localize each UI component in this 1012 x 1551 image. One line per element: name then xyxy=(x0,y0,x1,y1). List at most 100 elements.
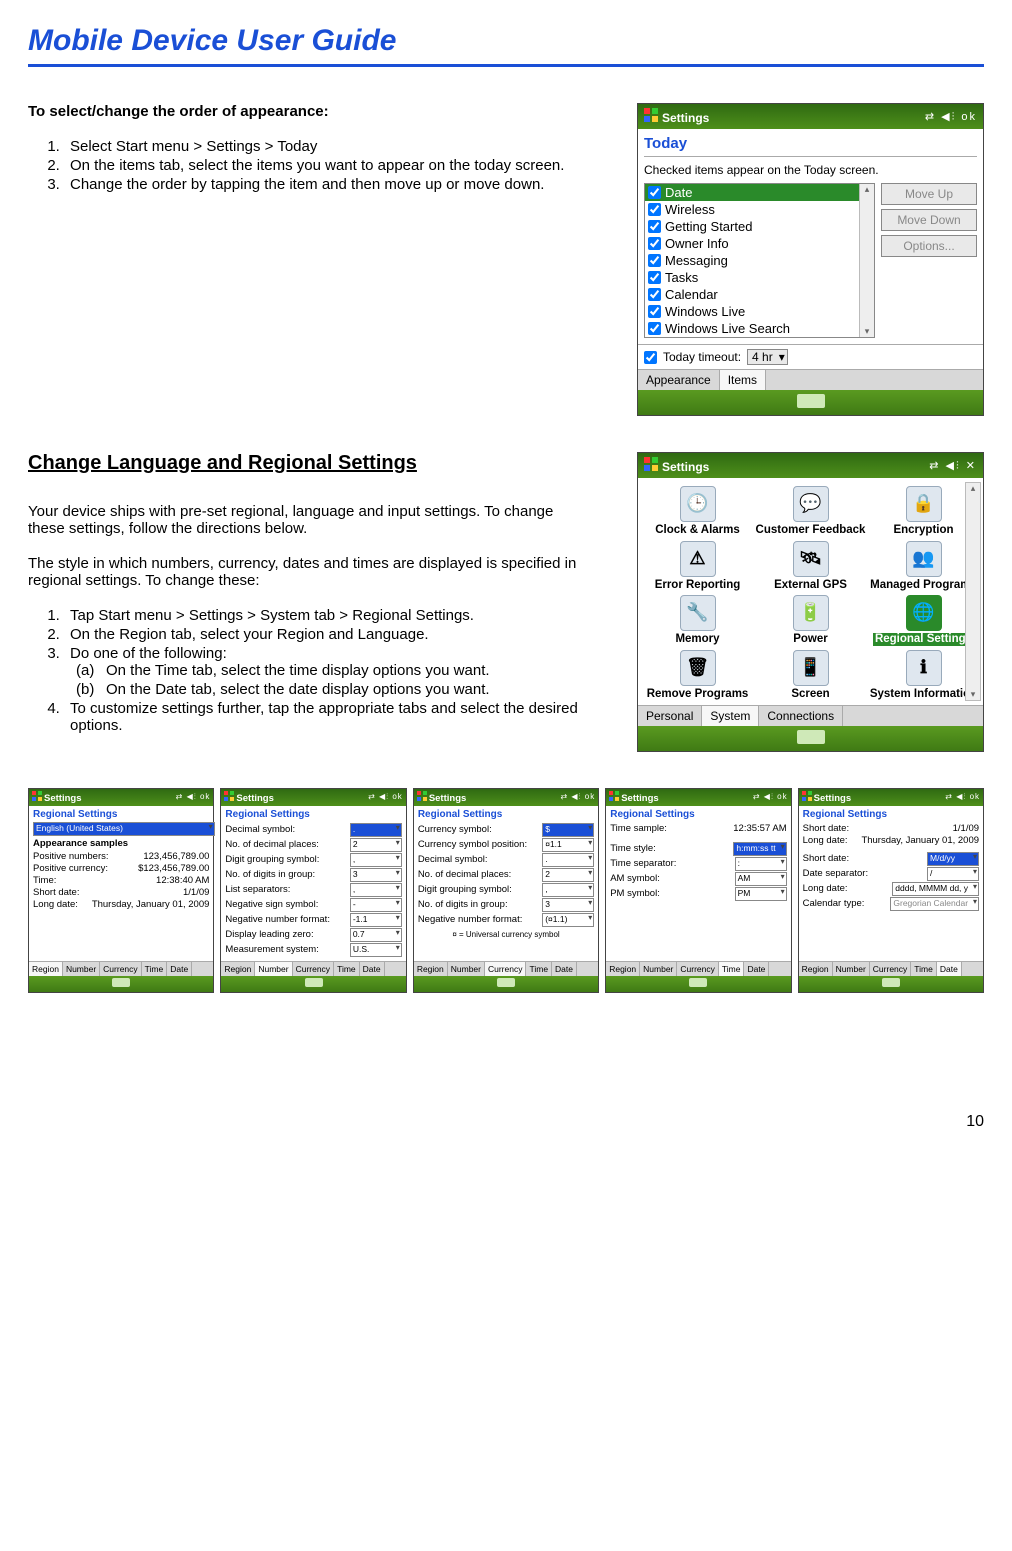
select[interactable]: AM xyxy=(735,872,787,886)
list-item[interactable]: Windows Live Search xyxy=(645,320,874,337)
select[interactable]: 3 xyxy=(542,898,594,912)
tab-region[interactable]: Region xyxy=(29,962,63,976)
sip-bar[interactable] xyxy=(29,976,213,992)
tab-items[interactable]: Items xyxy=(720,370,766,390)
sip-bar[interactable] xyxy=(638,726,983,751)
tab-time[interactable]: Time xyxy=(719,962,745,976)
tab-date[interactable]: Date xyxy=(552,962,577,976)
select[interactable]: $ xyxy=(542,823,594,837)
select[interactable]: dddd, MMMM dd, y xyxy=(892,882,979,896)
tab-number[interactable]: Number xyxy=(833,962,870,976)
sip-bar[interactable] xyxy=(221,976,405,992)
options-button[interactable]: Options... xyxy=(881,235,977,257)
grid-item-remove-programs[interactable]: 🗑Remove Programs xyxy=(642,650,753,701)
tab-currency[interactable]: Currency xyxy=(100,962,141,976)
select[interactable]: , xyxy=(350,883,402,897)
tab-system[interactable]: System xyxy=(702,706,759,726)
grid-item-encryption[interactable]: 🔒Encryption xyxy=(868,486,979,537)
tab-region[interactable]: Region xyxy=(414,962,448,976)
list-item[interactable]: Date xyxy=(645,184,874,201)
tab-personal[interactable]: Personal xyxy=(638,706,702,726)
grid-item-error-reporting[interactable]: ⚠Error Reporting xyxy=(642,541,753,592)
select[interactable]: . xyxy=(350,823,402,837)
list-item[interactable]: Getting Started xyxy=(645,218,874,235)
select[interactable]: 3 xyxy=(350,868,402,882)
select[interactable]: - xyxy=(350,898,402,912)
tab-number[interactable]: Number xyxy=(640,962,677,976)
select[interactable]: 0.7 xyxy=(350,928,402,942)
tab-number[interactable]: Number xyxy=(63,962,100,976)
tab-region[interactable]: Region xyxy=(221,962,255,976)
grid-item-screen[interactable]: 📱Screen xyxy=(755,650,866,701)
list-item[interactable]: Calendar xyxy=(645,286,874,303)
tab-region[interactable]: Region xyxy=(799,962,833,976)
select[interactable]: ¤1.1 xyxy=(542,838,594,852)
sip-bar[interactable] xyxy=(606,976,790,992)
checkbox[interactable] xyxy=(648,203,661,216)
select[interactable]: . xyxy=(542,853,594,867)
tab-date[interactable]: Date xyxy=(937,962,962,976)
list-item[interactable]: Owner Info xyxy=(645,235,874,252)
tab-time[interactable]: Time xyxy=(334,962,360,976)
grid-item-memory[interactable]: 🔧Memory xyxy=(642,595,753,646)
tab-currency[interactable]: Currency xyxy=(870,962,911,976)
list-item[interactable]: Windows Live xyxy=(645,303,874,320)
select[interactable]: : xyxy=(735,857,787,871)
tab-date[interactable]: Date xyxy=(167,962,192,976)
today-timeout-select[interactable]: 4 hr▾ xyxy=(747,349,788,365)
move-down-button[interactable]: Move Down xyxy=(881,209,977,231)
items-listbox[interactable]: Date Wireless Getting Started Owner Info… xyxy=(644,183,875,338)
checkbox[interactable] xyxy=(648,254,661,267)
scrollbar[interactable]: ▴▾ xyxy=(859,184,874,337)
select[interactable]: M/d/yy xyxy=(927,852,979,866)
tab-time[interactable]: Time xyxy=(911,962,937,976)
select[interactable]: h:mm:ss tt xyxy=(733,842,786,856)
checkbox[interactable] xyxy=(648,271,661,284)
grid-item-regional-settings[interactable]: 🌐Regional Settings xyxy=(868,595,979,646)
select[interactable]: , xyxy=(542,883,594,897)
select[interactable]: , xyxy=(350,853,402,867)
tab-currency[interactable]: Currency xyxy=(677,962,718,976)
sip-bar[interactable] xyxy=(414,976,598,992)
checkbox[interactable] xyxy=(648,288,661,301)
grid-item-system-information[interactable]: ℹSystem Information xyxy=(868,650,979,701)
grid-item-external-gps[interactable]: 🛰External GPS xyxy=(755,541,866,592)
select[interactable]: PM xyxy=(735,887,787,901)
list-item[interactable]: Messaging xyxy=(645,252,874,269)
select[interactable]: 2 xyxy=(542,868,594,882)
sip-bar[interactable] xyxy=(799,976,983,992)
checkbox[interactable] xyxy=(648,186,661,199)
today-timeout-checkbox[interactable] xyxy=(644,351,657,364)
tab-time[interactable]: Time xyxy=(142,962,168,976)
tab-region[interactable]: Region xyxy=(606,962,640,976)
list-item[interactable]: Wireless xyxy=(645,201,874,218)
tab-connections[interactable]: Connections xyxy=(759,706,843,726)
checkbox[interactable] xyxy=(648,305,661,318)
tab-date[interactable]: Date xyxy=(744,962,769,976)
select[interactable]: / xyxy=(927,867,979,881)
select[interactable]: 2 xyxy=(350,838,402,852)
region-select[interactable]: English (United States) xyxy=(33,822,215,836)
scrollbar[interactable]: ▴▾ xyxy=(965,482,981,701)
tab-appearance[interactable]: Appearance xyxy=(638,370,720,390)
list-item[interactable]: Tasks xyxy=(645,269,874,286)
checkbox[interactable] xyxy=(648,237,661,250)
select[interactable]: U.S. xyxy=(350,943,402,957)
move-up-button[interactable]: Move Up xyxy=(881,183,977,205)
tab-currency[interactable]: Currency xyxy=(293,962,334,976)
select[interactable]: Gregorian Calendar xyxy=(890,897,979,911)
grid-item-power[interactable]: 🔋Power xyxy=(755,595,866,646)
grid-item-clock-alarms[interactable]: 🕒Clock & Alarms xyxy=(642,486,753,537)
tab-number[interactable]: Number xyxy=(255,962,292,976)
checkbox[interactable] xyxy=(648,322,661,335)
tab-currency[interactable]: Currency xyxy=(485,962,526,976)
grid-item-customer-feedback[interactable]: 💬Customer Feedback xyxy=(755,486,866,537)
checkbox[interactable] xyxy=(648,220,661,233)
tab-date[interactable]: Date xyxy=(360,962,385,976)
select[interactable]: -1.1 xyxy=(350,913,402,927)
select[interactable]: (¤1.1) xyxy=(542,913,594,927)
grid-item-managed-programs[interactable]: 👥Managed Programs xyxy=(868,541,979,592)
sip-bar[interactable] xyxy=(638,390,983,415)
tab-number[interactable]: Number xyxy=(448,962,485,976)
tab-time[interactable]: Time xyxy=(526,962,552,976)
